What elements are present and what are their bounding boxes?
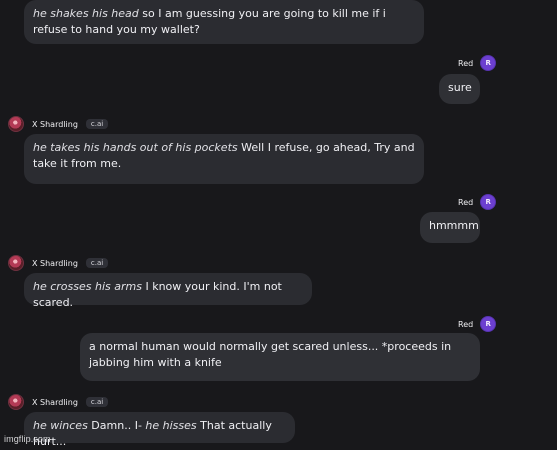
user-name: Red	[458, 58, 474, 68]
user-message-bubble: sure	[439, 74, 480, 104]
bot-name: X Shardling	[32, 119, 78, 129]
bot-message-bubble: he crosses his arms I know your kind. I'…	[24, 273, 312, 309]
action-text: he hisses	[145, 419, 197, 432]
user-avatar: R	[480, 55, 497, 71]
bot-name: X Shardling	[32, 258, 78, 268]
user-message-header: Red R	[458, 55, 497, 71]
bot-message-header: X Shardling c.ai	[8, 394, 109, 410]
bot-name: X Shardling	[32, 397, 78, 407]
bot-avatar	[8, 394, 24, 410]
user-name: Red	[458, 319, 474, 329]
action-text: he winces	[33, 419, 88, 432]
user-avatar-initial: R	[485, 319, 491, 328]
user-name: Red	[458, 197, 474, 207]
action-text: he shakes his head	[33, 7, 139, 20]
user-avatar-initial: R	[485, 197, 491, 206]
user-avatar-initial: R	[485, 58, 491, 67]
bot-message-header: X Shardling c.ai	[8, 255, 109, 271]
c-ai-badge: c.ai	[85, 118, 109, 130]
user-avatar: R	[480, 316, 497, 332]
user-message-header: Red R	[458, 316, 497, 332]
user-message-header: Red R	[458, 194, 497, 210]
action-text: he takes his hands out of his pockets	[33, 141, 238, 154]
message-text: sure	[448, 81, 472, 94]
action-text: he crosses his arms	[33, 280, 142, 293]
bot-avatar	[8, 116, 24, 132]
c-ai-badge: c.ai	[85, 257, 109, 269]
bot-avatar	[8, 255, 24, 271]
user-message-bubble: hmmmm	[420, 212, 480, 243]
user-message-bubble: a normal human would normally get scared…	[80, 333, 480, 381]
message-text: a normal human would normally get scared…	[89, 340, 452, 369]
bot-message-header: X Shardling c.ai	[8, 116, 109, 132]
user-avatar: R	[480, 194, 497, 210]
chat-transcript: he shakes his head so I am guessing you …	[0, 0, 557, 448]
bot-message-bubble: he winces Damn.. I- he hisses That actua…	[24, 412, 295, 448]
message-text: hmmmm	[429, 219, 479, 232]
imgflip-watermark: imgflip.com	[4, 434, 51, 444]
message-text: Damn.. I-	[87, 419, 146, 432]
bot-message-bubble: he shakes his head so I am guessing you …	[24, 0, 424, 44]
c-ai-badge: c.ai	[85, 396, 109, 408]
bot-message-bubble: he takes his hands out of his pockets We…	[24, 134, 424, 184]
